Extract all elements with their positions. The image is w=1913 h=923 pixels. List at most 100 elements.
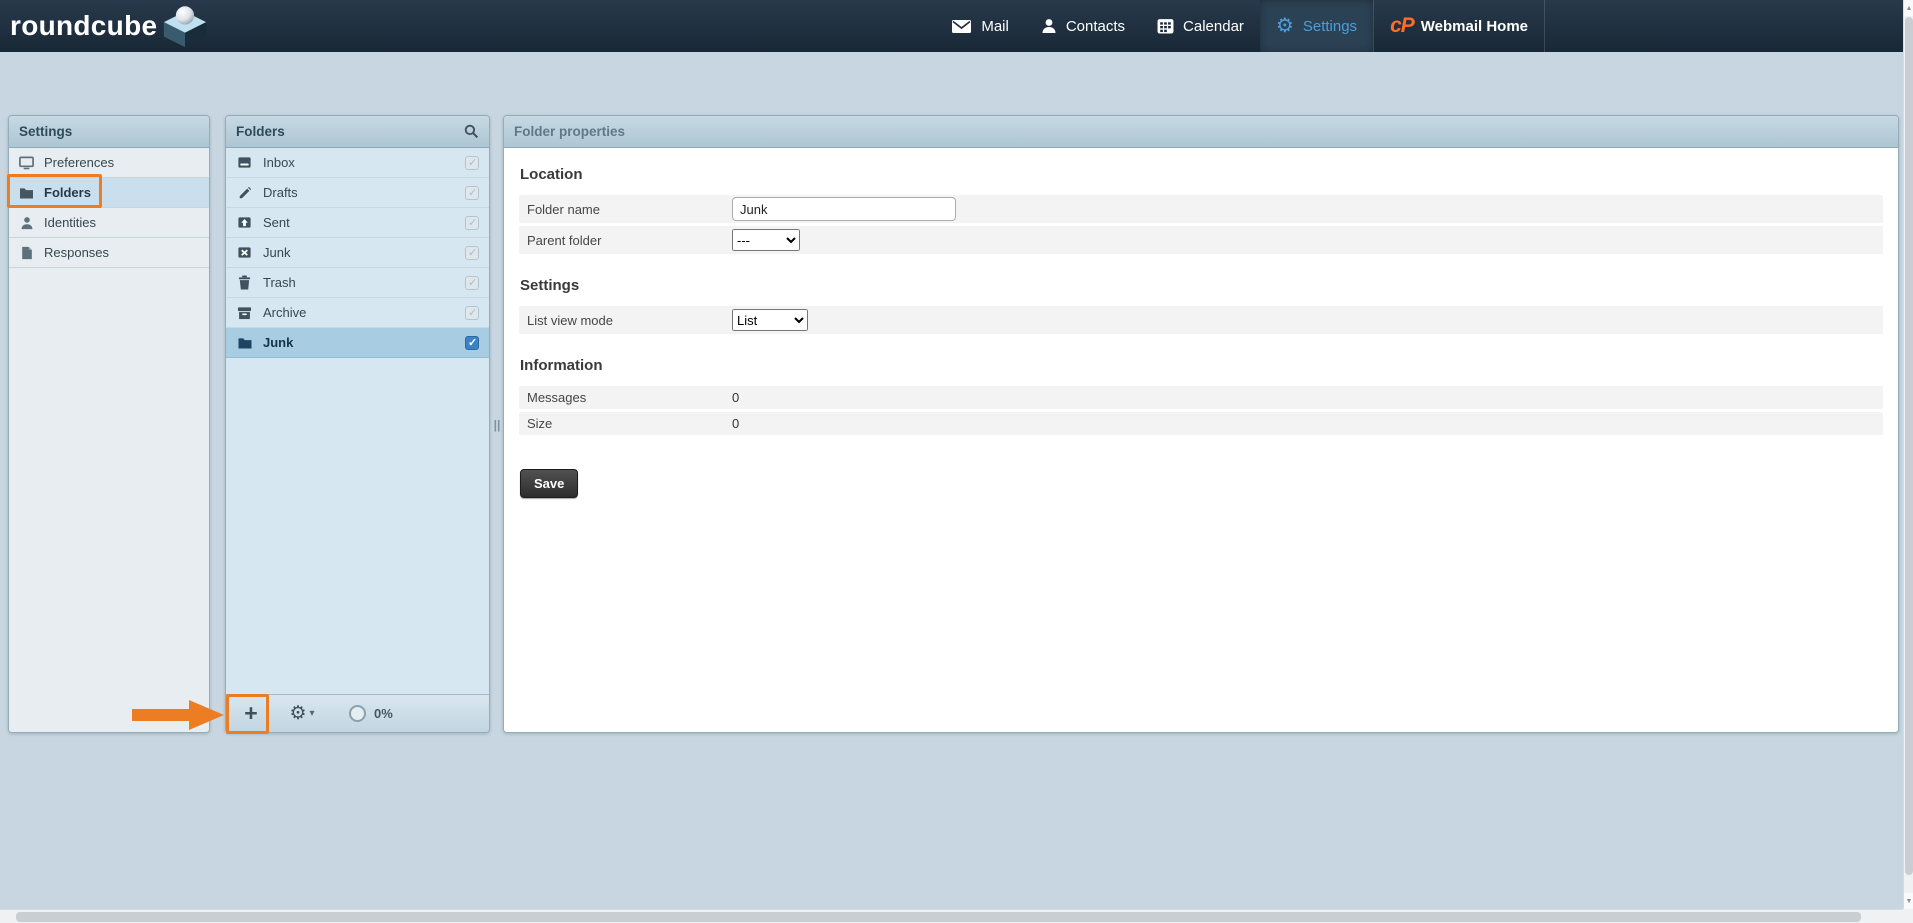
scroll-down-icon[interactable]: ▼ <box>1904 893 1913 909</box>
horizontal-scrollbar-thumb[interactable] <box>16 912 1861 922</box>
settings-item-responses[interactable]: Responses <box>9 238 209 268</box>
settings-item-label: Identities <box>44 215 96 230</box>
identities-icon <box>18 216 35 230</box>
folder-name-label: Folder name <box>527 202 732 217</box>
calendar-icon <box>1157 18 1174 34</box>
mail-icon <box>951 20 972 33</box>
nav-mail[interactable]: Mail <box>935 0 1025 52</box>
folder-properties-header: Folder properties <box>504 116 1898 148</box>
folder-name: Drafts <box>263 185 455 200</box>
nav-calendar-label: Calendar <box>1183 18 1244 35</box>
settings-item-label: Responses <box>44 245 109 260</box>
settings-panel-header: Settings <box>9 116 209 148</box>
folder-properties-form: Location Folder name Parent folder --- S… <box>504 148 1898 732</box>
size-value: 0 <box>732 416 739 431</box>
gear-icon: ⚙ <box>289 702 306 725</box>
folder-icon <box>236 336 253 349</box>
folder-checkbox[interactable] <box>465 246 479 260</box>
size-row: Size 0 <box>519 412 1883 435</box>
trash-icon <box>236 275 253 290</box>
folder-row-drafts[interactable]: Drafts <box>226 178 489 208</box>
settings-item-label: Folders <box>44 185 91 200</box>
nav-webmail-home-label: Webmail Home <box>1421 18 1528 35</box>
folder-name: Inbox <box>263 155 455 170</box>
quota-indicator: 0% <box>349 705 393 722</box>
folder-name: Junk <box>263 335 455 350</box>
parent-folder-select[interactable]: --- <box>732 229 800 251</box>
folder-actions-button[interactable]: ⚙▾ <box>281 699 323 729</box>
contacts-icon <box>1041 18 1057 34</box>
nav-calendar[interactable]: Calendar <box>1141 0 1260 52</box>
messages-row: Messages 0 <box>519 386 1883 409</box>
parent-folder-row: Parent folder --- <box>519 226 1883 254</box>
list-view-mode-row: List view mode List <box>519 306 1883 334</box>
folder-checkbox[interactable] <box>465 186 479 200</box>
folders-panel-title: Folders <box>236 124 285 139</box>
logo-text: roundcube <box>10 10 157 42</box>
messages-label: Messages <box>527 390 732 405</box>
scrollbar-corner <box>1903 909 1913 923</box>
horizontal-scrollbar[interactable] <box>0 909 1903 923</box>
quota-label: 0% <box>374 706 393 721</box>
roundcube-logo: roundcube <box>10 3 210 49</box>
information-heading: Information <box>520 357 1883 374</box>
folders-panel-header: Folders <box>226 116 489 148</box>
nav-contacts-label: Contacts <box>1066 18 1125 35</box>
folders-list: Inbox Drafts Sent Junk <box>226 148 489 694</box>
folder-checkbox[interactable] <box>465 216 479 230</box>
location-heading: Location <box>520 166 1883 183</box>
settings-item-identities[interactable]: Identities <box>9 208 209 238</box>
settings-item-folders[interactable]: Folders <box>9 178 209 208</box>
messages-value: 0 <box>732 390 739 405</box>
junk-icon <box>236 245 253 260</box>
folder-properties-panel: Folder properties Location Folder name P… <box>503 115 1899 733</box>
folder-name-input[interactable] <box>732 197 956 221</box>
folder-row-inbox[interactable]: Inbox <box>226 148 489 178</box>
save-button[interactable]: Save <box>520 469 578 498</box>
archive-icon <box>236 306 253 320</box>
folders-icon <box>18 186 35 199</box>
folder-name: Trash <box>263 275 455 290</box>
size-label: Size <box>527 416 732 431</box>
settings-heading: Settings <box>520 277 1883 294</box>
cpanel-icon: cP <box>1390 14 1414 38</box>
vertical-scrollbar-thumb[interactable] <box>1905 17 1913 875</box>
nav-settings[interactable]: ⚙ Settings <box>1260 0 1373 52</box>
parent-folder-label: Parent folder <box>527 233 732 248</box>
roundcube-cube-icon <box>160 3 210 49</box>
search-icon[interactable] <box>464 124 479 139</box>
folder-row-junk-selected[interactable]: Junk <box>226 328 489 358</box>
folder-row-sent[interactable]: Sent <box>226 208 489 238</box>
folder-name-row: Folder name <box>519 195 1883 223</box>
panel-splitter-handle[interactable]: || <box>492 407 502 443</box>
settings-item-preferences[interactable]: Preferences <box>9 148 209 178</box>
nav-settings-label: Settings <box>1303 18 1357 35</box>
chevron-down-icon: ▾ <box>310 708 315 719</box>
vertical-scrollbar[interactable]: ▲ ▼ <box>1903 0 1913 909</box>
add-folder-button[interactable]: + <box>234 699 268 729</box>
scroll-up-icon[interactable]: ▲ <box>1904 0 1913 16</box>
folder-name: Archive <box>263 305 455 320</box>
drafts-icon <box>236 186 253 200</box>
folder-checkbox[interactable] <box>465 306 479 320</box>
settings-list: Preferences Folders Identities Responses <box>9 148 209 732</box>
folders-panel: Folders Inbox Drafts Sent <box>225 115 490 733</box>
preferences-icon <box>18 156 35 170</box>
folder-row-junk-special[interactable]: Junk <box>226 238 489 268</box>
folder-checkbox[interactable] <box>465 336 479 350</box>
inbox-icon <box>236 155 253 170</box>
folder-checkbox[interactable] <box>465 156 479 170</box>
folder-row-trash[interactable]: Trash <box>226 268 489 298</box>
list-view-mode-label: List view mode <box>527 313 732 328</box>
quota-circle-icon <box>349 705 366 722</box>
nav-webmail-home[interactable]: cP Webmail Home <box>1373 0 1544 52</box>
folders-footer-toolbar: + ⚙▾ 0% <box>226 694 489 732</box>
nav-contacts[interactable]: Contacts <box>1025 0 1141 52</box>
folder-row-archive[interactable]: Archive <box>226 298 489 328</box>
folder-properties-title: Folder properties <box>514 124 625 139</box>
settings-panel: Settings Preferences Folders Identities … <box>8 115 210 733</box>
sent-icon <box>236 215 253 230</box>
folder-checkbox[interactable] <box>465 276 479 290</box>
list-view-mode-select[interactable]: List <box>732 309 808 331</box>
settings-panel-title: Settings <box>19 124 72 139</box>
